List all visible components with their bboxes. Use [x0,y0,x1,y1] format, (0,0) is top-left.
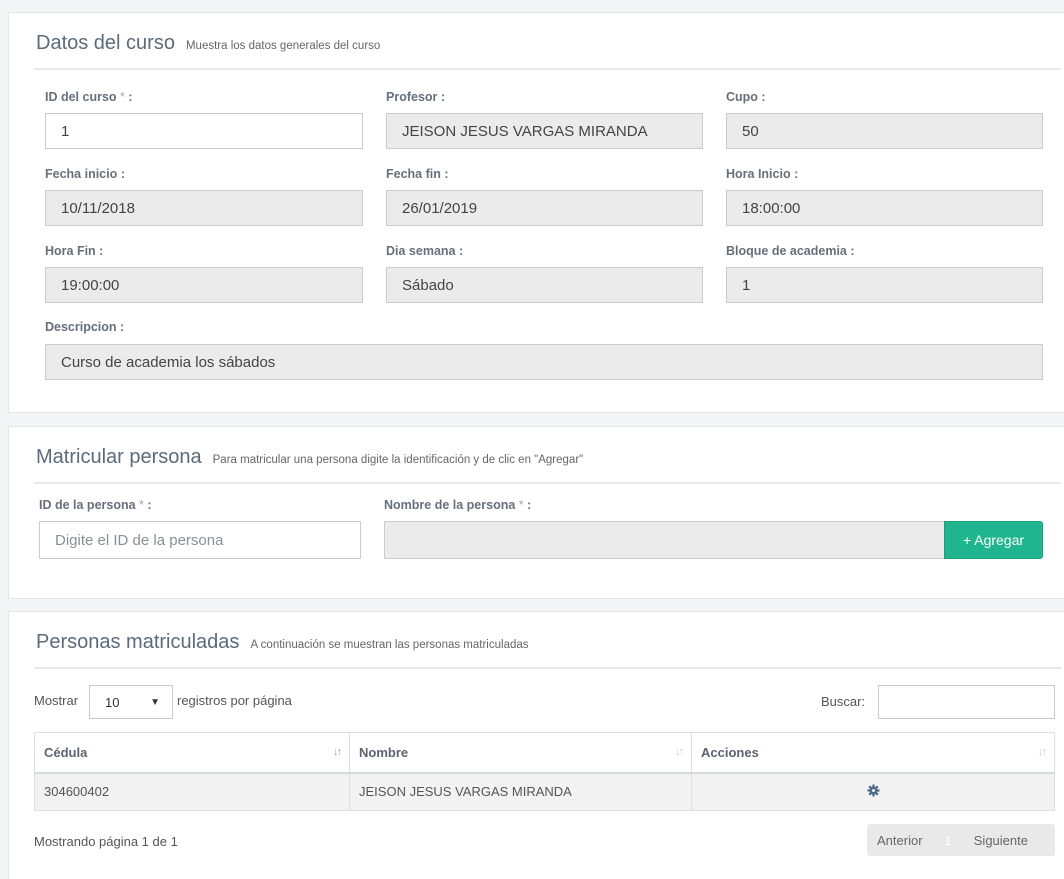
course-data-title: Datos del curso [36,32,175,54]
enrolled-subtitle: A continuación se muestran las personas … [250,639,529,651]
cedula-cell: 304600402 [34,772,350,811]
dia-semana-field: Sábado [386,267,703,303]
column-nombre[interactable]: Nombre ↓↑ [349,732,692,774]
person-id-label: ID de la persona * : [39,498,152,512]
add-person-button[interactable]: + Agregar [944,521,1043,559]
course-data-subtitle: Muestra los datos generales del curso [185,40,381,52]
prev-page-button[interactable]: Anterior [867,833,933,848]
bloque-label: Bloque de academia : [726,244,855,258]
column-acciones[interactable]: Acciones ↓↑ [691,732,1055,774]
search-input[interactable] [878,685,1055,719]
person-name-label: Nombre de la persona * : [384,498,532,512]
hora-fin-label: Hora Fin : [45,244,104,258]
pagination-info: Mostrando página 1 de 1 [34,834,178,849]
cupo-label: Cupo : [726,90,766,104]
hora-inicio-field: 18:00:00 [726,190,1043,226]
enrolled-panel: Personas matriculadas A continuación se … [8,611,1064,879]
profesor-label: Profesor : [386,90,446,104]
next-page-button[interactable]: Siguiente [964,833,1038,848]
hora-fin-field: 19:00:00 [45,267,363,303]
records-per-page-label: registros por página [177,693,292,708]
search-label: Buscar: [821,694,866,709]
hora-inicio-label: Hora Inicio : [726,167,799,181]
enroll-panel: Matricular persona Para matricular una p… [8,426,1064,599]
show-label: Mostrar [34,693,79,708]
enroll-title: Matricular persona [36,446,202,468]
course-id-label: ID del curso * : [45,90,133,104]
sort-asc-icon: ↓↑ [333,746,342,758]
acciones-cell [691,772,1055,811]
enrolled-title: Personas matriculadas [36,631,240,653]
enroll-subtitle: Para matricular una persona digite la id… [212,454,584,466]
sort-icon: ↓↑ [675,746,684,758]
course-data-header: Datos del curso Muestra los datos genera… [34,32,1061,70]
page-number[interactable]: 1 [933,833,964,848]
gear-icon[interactable] [866,784,880,800]
bloque-field: 1 [726,267,1043,303]
course-id-field[interactable]: 1 [45,113,363,149]
profesor-field: JEISON JESUS VARGAS MIRANDA [386,113,703,149]
table-row: 304600402 JEISON JESUS VARGAS MIRANDA [34,772,1055,811]
cupo-field: 50 [726,113,1043,149]
column-cedula[interactable]: Cédula ↓↑ [34,732,350,774]
chevron-down-icon: ▼ [150,696,160,708]
pagination: Anterior 1 Siguiente [867,824,1055,856]
fecha-inicio-field: 10/11/2018 [45,190,363,226]
descripcion-label: Descripcion : [45,320,125,334]
fecha-fin-field: 26/01/2019 [386,190,703,226]
dia-semana-label: Dia semana : [386,244,464,258]
sort-icon: ↓↑ [1038,746,1047,758]
course-data-panel: Datos del curso Muestra los datos genera… [8,12,1064,413]
fecha-fin-label: Fecha fin : [386,167,449,181]
enrolled-table: Cédula ↓↑ Nombre ↓↑ Acciones ↓↑ 30460040… [34,732,1055,811]
enrolled-header: Personas matriculadas A continuación se … [34,631,1061,669]
person-id-input[interactable]: Digite el ID de la persona [39,521,361,559]
person-name-field [384,521,945,559]
fecha-inicio-label: Fecha inicio : [45,167,125,181]
nombre-cell: JEISON JESUS VARGAS MIRANDA [349,772,692,811]
descripcion-field: Curso de academia los sábados [45,344,1043,380]
enroll-header: Matricular persona Para matricular una p… [34,446,1061,484]
page-size-select[interactable]: 10 ▼ [89,685,173,719]
